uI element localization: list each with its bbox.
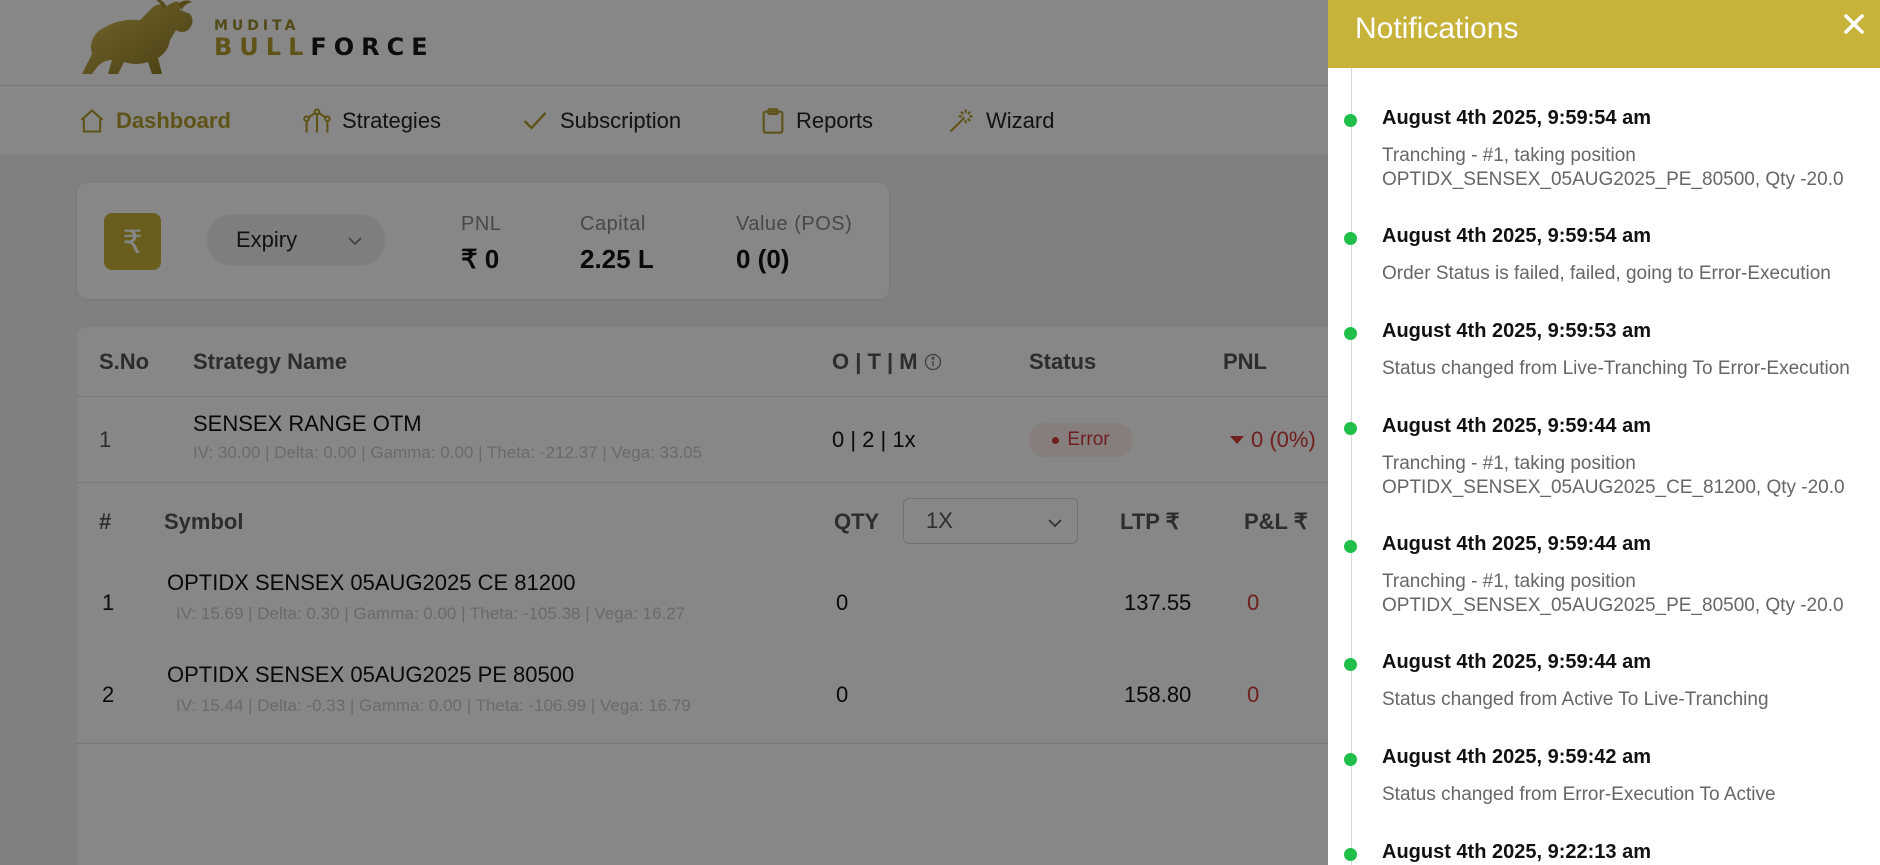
timeline-dot bbox=[1344, 848, 1357, 861]
timeline-dot bbox=[1344, 327, 1357, 340]
notification-time: August 4th 2025, 9:59:42 am bbox=[1382, 746, 1651, 768]
notification-time: August 4th 2025, 9:59:44 am bbox=[1382, 533, 1651, 555]
notification-time: August 4th 2025, 9:22:13 am bbox=[1382, 841, 1651, 863]
notification-message: Status changed from Active To Live-Tranc… bbox=[1382, 689, 1769, 710]
notification-message: Tranching - #1, taking position OPTIDX_S… bbox=[1382, 145, 1844, 190]
timeline-dot bbox=[1344, 114, 1357, 127]
timeline-dot bbox=[1344, 753, 1357, 766]
timeline-dot bbox=[1344, 422, 1357, 435]
notification-message: Order Status is failed, failed, going to… bbox=[1382, 263, 1831, 284]
notification-message: Status changed from Live-Tranching To Er… bbox=[1382, 358, 1850, 379]
notifications-title: Notifications bbox=[1355, 12, 1519, 45]
notifications-header: Notifications bbox=[1328, 0, 1880, 68]
notification-time: August 4th 2025, 9:59:54 am bbox=[1382, 225, 1651, 247]
notification-message: Tranching - #1, taking position OPTIDX_S… bbox=[1382, 453, 1845, 498]
close-icon[interactable] bbox=[1838, 8, 1870, 40]
notifications-panel: Notifications August 4th 2025, 9:59:54 a… bbox=[1328, 0, 1880, 865]
notification-time: August 4th 2025, 9:59:44 am bbox=[1382, 651, 1651, 673]
notification-message: Tranching - #1, taking position OPTIDX_S… bbox=[1382, 571, 1844, 616]
notification-time: August 4th 2025, 9:59:44 am bbox=[1382, 415, 1651, 437]
timeline-dot bbox=[1344, 658, 1357, 671]
timeline-line bbox=[1351, 68, 1352, 865]
notification-time: August 4th 2025, 9:59:54 am bbox=[1382, 107, 1651, 129]
notification-time: August 4th 2025, 9:59:53 am bbox=[1382, 320, 1651, 342]
timeline-dot bbox=[1344, 540, 1357, 553]
timeline-dot bbox=[1344, 232, 1357, 245]
notification-message: Status changed from Error-Execution To A… bbox=[1382, 784, 1776, 805]
